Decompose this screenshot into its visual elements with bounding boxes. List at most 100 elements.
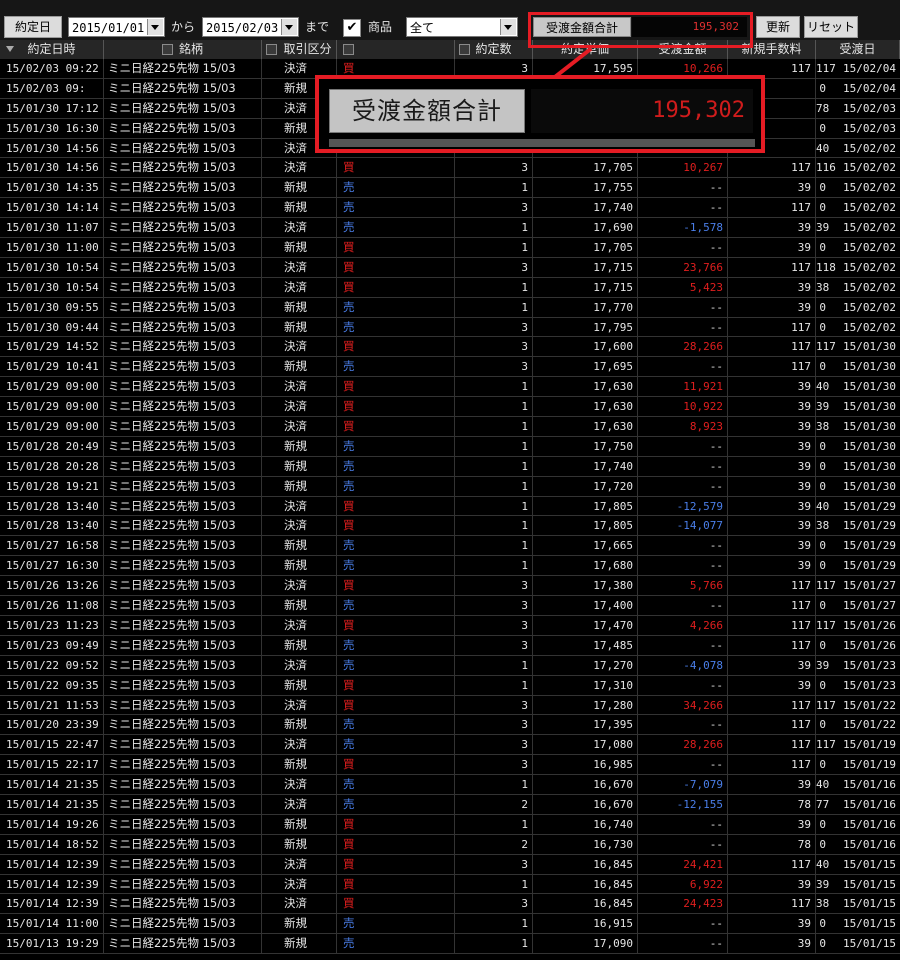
product-checkbox[interactable]: ✔ (343, 19, 361, 37)
table-row[interactable]: 15/01/20 23:39 ミニ日経225先物 15/03 新規売 3 17,395-… (0, 715, 900, 736)
side-cell: 売 (337, 556, 455, 576)
amount-cell: 5,766 (638, 576, 728, 596)
trade-type-cell: 新規 (262, 536, 337, 556)
table-row[interactable]: 15/01/21 11:53 ミニ日経225先物 15/03 決済買 3 17,280 3… (0, 695, 900, 716)
amount-cell: -12,579 (638, 496, 728, 516)
price-cell: 17,715 (533, 277, 638, 297)
settle-fee-cell: 40 (816, 778, 830, 792)
chevron-down-icon[interactable] (281, 19, 297, 35)
table-row[interactable]: 15/01/30 14:14 ミニ日経225先物 15/03 新規売 3 17,740-… (0, 198, 900, 219)
table-row[interactable]: 15/01/29 09:00 ミニ日経225先物 15/03 決済買 1 17,630 1… (0, 377, 900, 398)
chevron-down-icon[interactable] (147, 19, 163, 35)
amount-cell: -- (638, 317, 728, 337)
trade-type-cell: 決済 (262, 735, 337, 755)
price-cell: 17,680 (533, 556, 638, 576)
table-row[interactable]: 15/01/23 09:49 ミニ日経225先物 15/03 新規売 3 17,485-… (0, 635, 900, 656)
table-row[interactable]: 15/01/14 21:35 ミニ日経225先物 15/03 決済売 2 16,670-… (0, 794, 900, 815)
table-row[interactable]: 15/01/30 14:35 ミニ日経225先物 15/03 新規売 1 17,755-… (0, 178, 900, 199)
side-cell: 売 (337, 635, 455, 655)
column-header-name[interactable]: 銘柄 (104, 40, 262, 59)
trade-type-cell: 決済 (262, 257, 337, 277)
table-row[interactable]: 15/01/30 10:54 ミニ日経225先物 15/03 決済買 1 17,715 5… (0, 277, 900, 298)
trade-type-cell: 決済 (262, 218, 337, 238)
table-row[interactable]: 15/01/14 11:00 ミニ日経225先物 15/03 新規売 1 16,915-… (0, 914, 900, 935)
settle-fee-cell: 77 (816, 797, 830, 811)
trade-datetime-cell: 15/01/29 14:52 (0, 337, 104, 357)
table-row[interactable]: 15/01/30 09:44 ミニ日経225先物 15/03 新規売 3 17,795-… (0, 317, 900, 338)
table-row[interactable]: 15/01/14 19:26 ミニ日経225先物 15/03 新規買 1 16,740-… (0, 814, 900, 835)
column-header-delivery[interactable]: 受渡日 (816, 40, 900, 59)
price-cell: 17,380 (533, 576, 638, 596)
table-row[interactable]: 15/01/22 09:52 ミニ日経225先物 15/03 決済売 1 17,270-… (0, 655, 900, 676)
amount-cell: -- (638, 436, 728, 456)
settle-fee-cell: 38 (816, 897, 830, 911)
trade-type-cell: 新規 (262, 238, 337, 257)
settle-fee-cell: 0 (819, 559, 826, 573)
trade-datetime-cell: 15/01/29 10:41 (0, 357, 104, 377)
table-row[interactable]: 15/01/30 10:54 ミニ日経225先物 15/03 決済買 3 17,715 2… (0, 257, 900, 278)
table-row[interactable]: 15/01/28 13:40 ミニ日経225先物 15/03 決済買 1 17,805-… (0, 496, 900, 517)
reset-button[interactable]: リセット (804, 16, 858, 38)
price-cell: 16,845 (533, 854, 638, 874)
table-row[interactable]: 15/01/14 12:39 ミニ日経225先物 15/03 決済買 3 16,845 2… (0, 854, 900, 875)
table-row[interactable]: 15/01/30 11:00 ミニ日経225先物 15/03 新規買 1 17,705-… (0, 238, 900, 258)
table-row[interactable]: 15/01/14 21:35 ミニ日経225先物 15/03 決済売 1 16,670-… (0, 775, 900, 795)
new-fee-cell: 117 (728, 257, 816, 277)
column-header-type[interactable]: 取引区分 (262, 40, 337, 59)
trade-type-cell: 新規 (262, 476, 337, 496)
trade-datetime-cell: 15/01/14 19:26 (0, 814, 104, 834)
table-row[interactable]: 15/01/15 22:47 ミニ日経225先物 15/03 決済売 3 17,080 2… (0, 735, 900, 756)
side-cell: 買 (337, 874, 455, 894)
product-select-value: 全て (410, 21, 435, 35)
side-cell: 買 (337, 834, 455, 854)
amount-cell: -1,578 (638, 218, 728, 238)
table-row[interactable]: 15/01/26 11:08 ミニ日経225先物 15/03 新規売 3 17,400-… (0, 596, 900, 616)
trade-type-cell: 新規 (262, 914, 337, 934)
amount-cell: -12,155 (638, 794, 728, 814)
table-row[interactable]: 15/01/14 18:52 ミニ日経225先物 15/03 新規買 2 16,730-… (0, 834, 900, 855)
table-row[interactable]: 15/01/14 12:39 ミニ日経225先物 15/03 決済買 3 16,845 2… (0, 894, 900, 915)
table-row[interactable]: 15/01/29 14:52 ミニ日経225先物 15/03 決済買 3 17,600 2… (0, 337, 900, 358)
trade-datetime-cell: 15/01/30 17:12 (0, 98, 104, 118)
side-cell: 買 (337, 675, 455, 695)
table-row[interactable]: 15/01/30 11:07 ミニ日経225先物 15/03 決済売 1 17,690-… (0, 218, 900, 239)
trade-datetime-cell: 15/01/30 16:30 (0, 118, 104, 138)
column-header-date[interactable]: 約定日時 (0, 40, 104, 59)
trade-table: 15/02/03 09:22 ミニ日経225先物 15/03 決済買 3 17,595 1… (0, 59, 900, 955)
table-row[interactable]: 15/01/30 14:56 ミニ日経225先物 15/03 決済買 3 17,705 1… (0, 158, 900, 179)
table-row[interactable]: 15/01/26 13:26 ミニ日経225先物 15/03 決済買 3 17,380 5… (0, 576, 900, 597)
table-row[interactable]: 15/01/28 13:40 ミニ日経225先物 15/03 決済買 1 17,805-… (0, 516, 900, 537)
settle-fee-cell: 118 (816, 260, 836, 274)
table-row[interactable]: 15/01/15 22:17 ミニ日経225先物 15/03 新規買 3 16,985-… (0, 755, 900, 776)
date-to-select[interactable]: 2015/02/03 (202, 17, 299, 37)
table-row[interactable]: 15/01/28 20:49 ミニ日経225先物 15/03 新規売 1 17,750-… (0, 436, 900, 457)
new-fee-cell: 39 (728, 456, 816, 476)
table-row[interactable]: 15/01/22 09:35 ミニ日経225先物 15/03 新規買 1 17,310-… (0, 675, 900, 696)
amount-cell: -- (638, 834, 728, 854)
trade-datetime-cell: 15/01/29 09:00 (0, 397, 104, 417)
table-row[interactable]: 15/01/13 19:29 ミニ日経225先物 15/03 新規売 1 17,090-… (0, 934, 900, 955)
new-fee-cell: 39 (728, 417, 816, 436)
new-fee-cell: 117 (728, 615, 816, 635)
table-row[interactable]: 15/01/29 09:00 ミニ日経225先物 15/03 決済買 1 17,630 8… (0, 417, 900, 437)
date-filter-button[interactable]: 約定日 (4, 16, 62, 38)
table-row[interactable]: 15/01/27 16:58 ミニ日経225先物 15/03 新規売 1 17,665-… (0, 536, 900, 557)
column-header-side[interactable] (337, 40, 455, 59)
chevron-down-icon[interactable] (500, 19, 516, 35)
table-row[interactable]: 15/01/14 12:39 ミニ日経225先物 15/03 決済買 1 16,845 6… (0, 874, 900, 895)
table-row[interactable]: 15/01/29 09:00 ミニ日経225先物 15/03 決済買 1 17,630 1… (0, 397, 900, 418)
quantity-cell: 1 (455, 775, 533, 794)
new-fee-cell: 39 (728, 476, 816, 496)
table-row[interactable]: 15/01/30 09:55 ミニ日経225先物 15/03 新規売 1 17,770-… (0, 297, 900, 318)
quantity-cell: 1 (455, 914, 533, 934)
table-row[interactable]: 15/01/29 10:41 ミニ日経225先物 15/03 新規売 3 17,695-… (0, 357, 900, 378)
product-select[interactable]: 全て (406, 17, 518, 37)
table-row[interactable]: 15/01/28 20:28 ミニ日経225先物 15/03 新規売 1 17,740-… (0, 456, 900, 477)
new-fee-cell: 39 (728, 377, 816, 397)
date-from-select[interactable]: 2015/01/01 (68, 17, 165, 37)
refresh-button[interactable]: 更新 (756, 16, 800, 38)
table-row[interactable]: 15/01/28 19:21 ミニ日経225先物 15/03 新規売 1 17,720-… (0, 476, 900, 497)
trade-type-cell: 決済 (262, 874, 337, 894)
table-row[interactable]: 15/01/23 11:23 ミニ日経225先物 15/03 決済買 3 17,470 4… (0, 615, 900, 636)
table-row[interactable]: 15/01/27 16:30 ミニ日経225先物 15/03 新規売 1 17,680-… (0, 556, 900, 577)
